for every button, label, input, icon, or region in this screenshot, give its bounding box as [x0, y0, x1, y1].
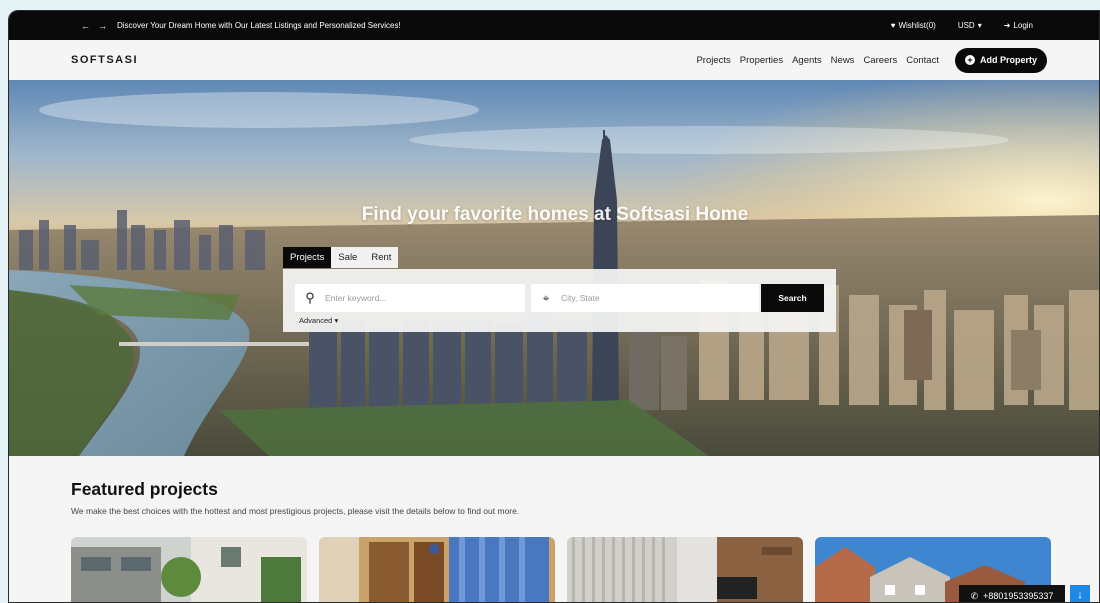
- advanced-toggle[interactable]: Advanced ▾: [299, 316, 338, 325]
- heart-icon: ♥: [890, 21, 896, 30]
- wishlist-link[interactable]: ♥ Wishlist(0): [891, 21, 936, 30]
- search-icon: ⚲: [305, 290, 315, 305]
- nav-item-projects[interactable]: Projects: [696, 55, 730, 66]
- scroll-down-button[interactable]: ↓: [1070, 585, 1090, 602]
- nav-item-properties[interactable]: Properties: [740, 55, 783, 66]
- topbar-actions: ♥ Wishlist(0) USD ▾ ➜ Login: [891, 21, 1033, 30]
- currency-label: USD: [957, 21, 975, 30]
- add-property-button[interactable]: + Add Property: [954, 47, 1047, 73]
- search-button[interactable]: Search: [761, 284, 824, 312]
- arrow-right-icon[interactable]: →: [98, 21, 107, 31]
- top-announcement-bar: ← → Discover Your Dream Home with Our La…: [9, 11, 1099, 40]
- project-card[interactable]: [567, 537, 803, 602]
- advanced-label: Advanced: [299, 316, 333, 325]
- login-icon: ➜: [1003, 21, 1011, 30]
- hero-title: Find your favorite homes at Softsasi Hom…: [361, 204, 749, 225]
- wishlist-label: Wishlist(0): [898, 21, 936, 30]
- project-image: [71, 537, 307, 602]
- tab-projects[interactable]: Projects: [283, 247, 332, 268]
- nav-item-agents[interactable]: Agents: [792, 55, 822, 66]
- keyword-input[interactable]: [325, 293, 525, 303]
- project-image: [319, 537, 555, 602]
- search-tabs: Projects Sale Rent: [283, 247, 399, 268]
- phone-contact-button[interactable]: ✆ +8801953395337: [959, 585, 1065, 602]
- announcement-arrows: ← →: [81, 21, 107, 31]
- add-property-label: Add Property: [979, 55, 1037, 65]
- announcement-text: Discover Your Dream Home with Our Latest…: [117, 21, 401, 30]
- tab-rent[interactable]: Rent: [364, 247, 399, 268]
- phone-icon: ✆: [970, 590, 979, 601]
- caret-down-icon: ▾: [334, 316, 339, 325]
- hero-banner: Find your favorite homes at Softsasi Hom…: [9, 80, 1099, 456]
- featured-subtitle: We make the best choices with the hottes…: [71, 506, 520, 516]
- featured-title: Featured projects: [71, 479, 218, 499]
- arrow-left-icon[interactable]: ←: [81, 21, 90, 31]
- nav-item-news[interactable]: News: [831, 55, 855, 66]
- keyword-field: ⚲: [295, 284, 525, 312]
- login-link[interactable]: ➜ Login: [1004, 21, 1033, 30]
- site-logo[interactable]: SOFTSASI: [71, 54, 696, 66]
- project-image: [567, 537, 803, 602]
- project-card[interactable]: [319, 537, 555, 602]
- tab-sale[interactable]: Sale: [331, 247, 365, 268]
- city-skyline-image: [9, 80, 1099, 456]
- nav-item-contact[interactable]: Contact: [906, 55, 939, 66]
- nav-item-careers[interactable]: Careers: [863, 55, 897, 66]
- plus-icon: +: [964, 55, 975, 65]
- featured-section: Featured projects We make the best choic…: [71, 479, 519, 516]
- phone-number: +8801953395337: [983, 591, 1054, 601]
- project-cards: [71, 537, 1051, 602]
- search-panel: ⚲ ⌖ Search Advanced ▾: [283, 269, 836, 332]
- city-input[interactable]: [561, 293, 759, 303]
- login-label: Login: [1013, 21, 1033, 30]
- browser-frame: ← → Discover Your Dream Home with Our La…: [8, 10, 1100, 603]
- currency-selector[interactable]: USD ▾: [958, 21, 982, 30]
- arrow-down-icon: ↓: [1077, 589, 1083, 601]
- project-card[interactable]: [71, 537, 307, 602]
- nav-menu: Projects Properties Agents News Careers …: [696, 55, 939, 66]
- caret-down-icon: ▾: [977, 21, 982, 30]
- main-navbar: SOFTSASI Projects Properties Agents News…: [9, 40, 1099, 80]
- location-crosshair-icon: ⌖: [542, 290, 550, 305]
- city-field: ⌖: [531, 284, 759, 312]
